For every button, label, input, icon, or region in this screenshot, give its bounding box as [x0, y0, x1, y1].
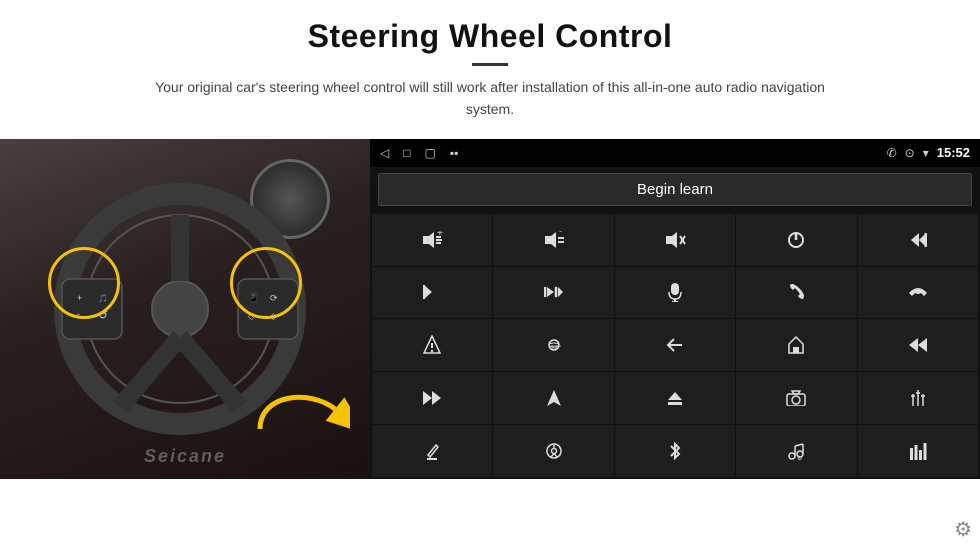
power-button[interactable]	[736, 214, 856, 266]
phone-answer-button[interactable]	[736, 267, 856, 319]
camera-button[interactable]	[736, 372, 856, 424]
status-time: 15:52	[937, 145, 970, 160]
highlight-circle-left	[48, 247, 120, 319]
gear-settings-button[interactable]: ⚙	[954, 517, 972, 542]
phone-end-button[interactable]	[858, 267, 978, 319]
navigate-button[interactable]	[493, 372, 613, 424]
steering-wheel-image: + - 🎵 ↺ 📱 ◇ ⟳ ◇	[0, 139, 370, 479]
alert-button[interactable]	[372, 319, 492, 371]
status-bar: ◁ □ ▢ ▪▪ ✆ ⊙ ▾ 15:52	[370, 139, 980, 167]
title-divider	[472, 63, 508, 66]
fast-forward-button[interactable]	[372, 372, 492, 424]
vol-down-button[interactable]: -	[493, 214, 613, 266]
svg-text:360°: 360°	[550, 345, 560, 351]
begin-learn-row: Begin learn	[370, 167, 980, 212]
status-right: ✆ ⊙ ▾ 15:52	[887, 145, 970, 160]
recents-nav-icon[interactable]: ▢	[424, 146, 435, 160]
direction-arrow	[250, 374, 350, 449]
steering-button[interactable]	[493, 425, 613, 477]
home-button[interactable]	[736, 319, 856, 371]
camera-360-button[interactable]: 360°	[493, 319, 613, 371]
back-nav-icon[interactable]: ◁	[380, 146, 389, 160]
page-wrapper: Steering Wheel Control Your original car…	[0, 0, 980, 548]
seicane-watermark: Seicane	[144, 446, 226, 467]
back-button[interactable]	[615, 319, 735, 371]
vol-up-button[interactable]: +	[372, 214, 492, 266]
eq-settings-button[interactable]	[858, 372, 978, 424]
equalizer-button[interactable]	[858, 425, 978, 477]
next-button[interactable]	[372, 267, 492, 319]
skip-next-button[interactable]	[493, 267, 613, 319]
bluetooth-button[interactable]	[615, 425, 735, 477]
begin-learn-button[interactable]: Begin learn	[378, 173, 972, 206]
wifi-status-icon: ▾	[923, 146, 929, 160]
mic-button[interactable]	[615, 267, 735, 319]
content-row: + - 🎵 ↺ 📱 ◇ ⟳ ◇	[0, 139, 980, 548]
home-nav-icon[interactable]: □	[403, 146, 410, 160]
svg-text:+: +	[437, 231, 443, 239]
control-grid: + -	[370, 212, 980, 479]
edit-button[interactable]	[372, 425, 492, 477]
eject-button[interactable]	[615, 372, 735, 424]
battery-icon: ▪▪	[450, 146, 459, 160]
phone-status-icon: ✆	[887, 146, 897, 160]
header-section: Steering Wheel Control Your original car…	[0, 0, 980, 133]
head-unit-wrapper: ◁ □ ▢ ▪▪ ✆ ⊙ ▾ 15:52 Begin learn	[370, 139, 980, 548]
music-settings-button[interactable]: ⚙	[736, 425, 856, 477]
highlight-circle-right	[230, 247, 302, 319]
rewind-button[interactable]	[858, 319, 978, 371]
prev-track-button[interactable]	[858, 214, 978, 266]
mute-button[interactable]	[615, 214, 735, 266]
subtitle: Your original car's steering wheel contr…	[130, 76, 850, 121]
status-left: ◁ □ ▢ ▪▪	[380, 146, 458, 160]
head-unit: ◁ □ ▢ ▪▪ ✆ ⊙ ▾ 15:52 Begin learn	[370, 139, 980, 479]
svg-text:-: -	[559, 231, 562, 237]
page-title: Steering Wheel Control	[308, 18, 673, 55]
svg-text:⚙: ⚙	[797, 455, 802, 460]
location-status-icon: ⊙	[905, 146, 915, 160]
